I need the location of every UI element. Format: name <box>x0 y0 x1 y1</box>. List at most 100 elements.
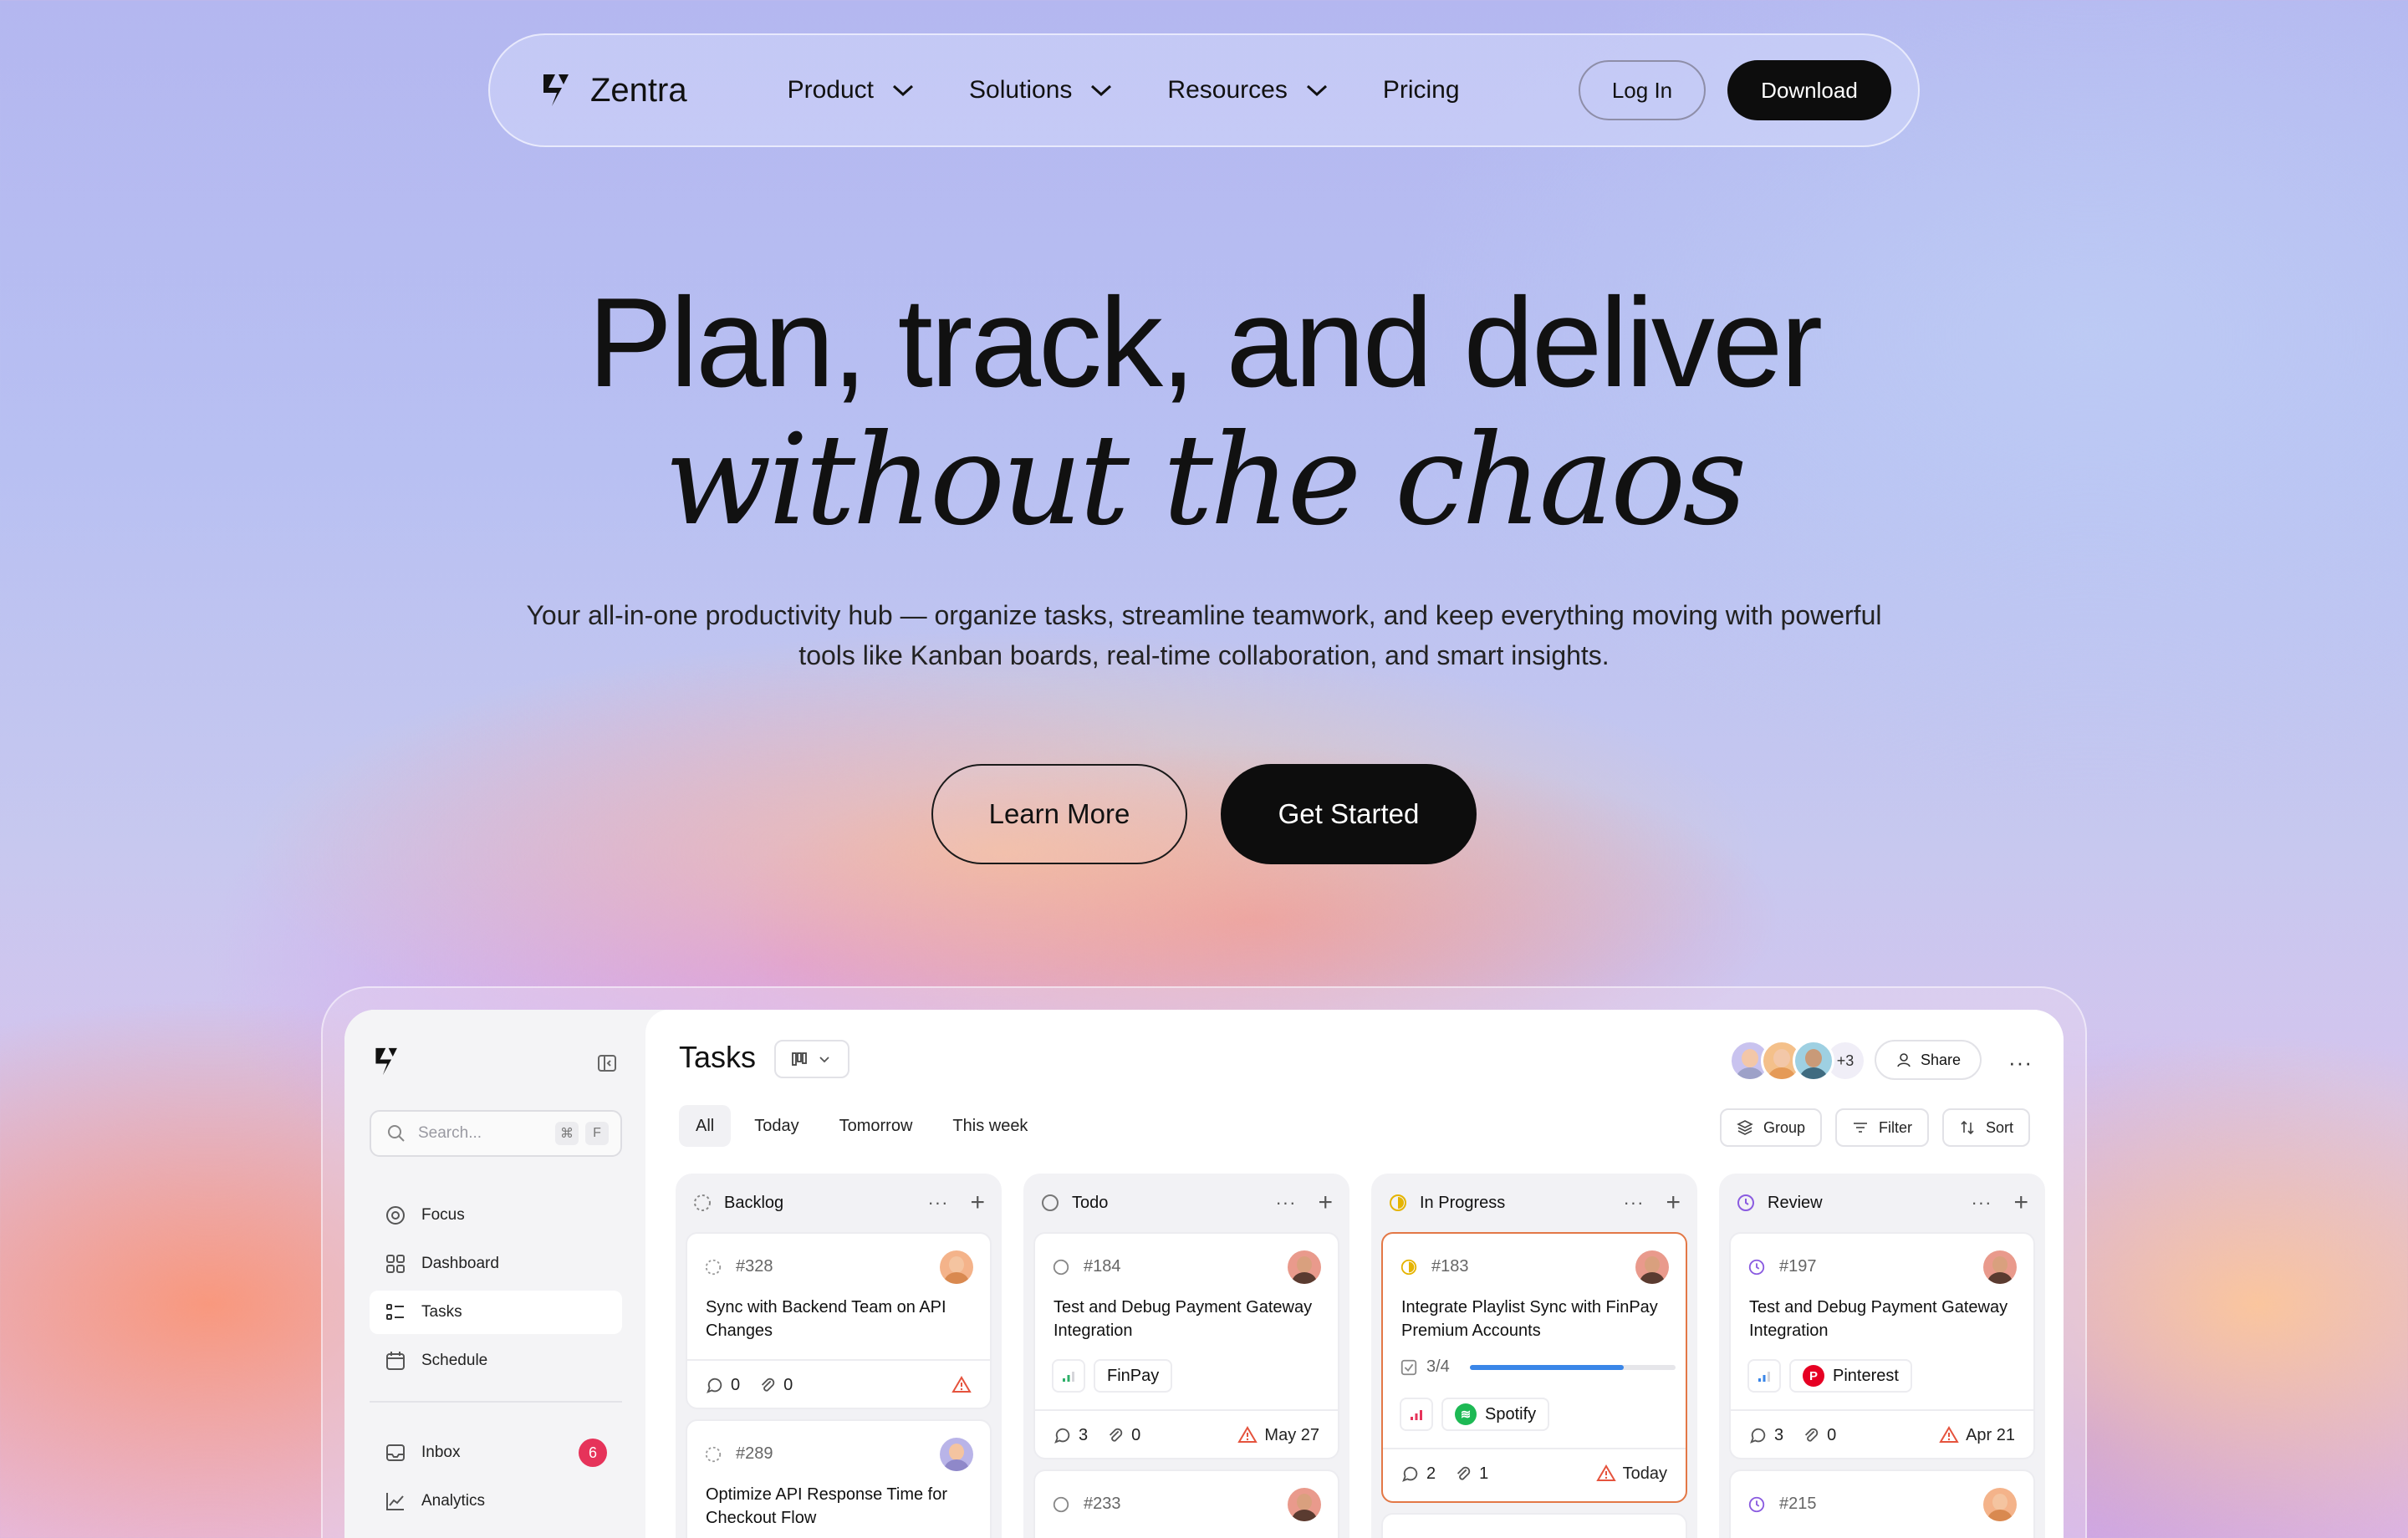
get-started-button[interactable]: Get Started <box>1221 764 1477 864</box>
group-button[interactable]: Group <box>1719 1108 1822 1147</box>
add-card-icon[interactable]: + <box>1666 1190 1681 1215</box>
filter-icon <box>1853 1123 1867 1133</box>
shortcut-key-f: F <box>585 1122 609 1145</box>
task-card[interactable] <box>1381 1513 1687 1538</box>
task-card[interactable]: #215 <box>1729 1469 2035 1538</box>
filter-button[interactable]: Filter <box>1834 1108 1929 1147</box>
assignee-avatar <box>1983 1488 2017 1521</box>
sidebar-item-tasks[interactable]: Tasks <box>370 1291 622 1334</box>
sidebar-item-inbox[interactable]: Inbox 6 <box>370 1431 622 1474</box>
nav-solutions[interactable]: Solutions <box>969 76 1112 104</box>
login-button[interactable]: Log In <box>1579 60 1706 120</box>
page-title: Tasks <box>679 1040 757 1074</box>
pinterest-icon: P <box>1803 1365 1824 1387</box>
member-avatars[interactable]: +3 <box>1729 1040 1866 1082</box>
nav-resources[interactable]: Resources <box>1167 76 1327 104</box>
paperclip-icon <box>1457 1466 1471 1480</box>
chevron-down-icon <box>819 1057 829 1063</box>
comment-icon <box>707 1378 722 1393</box>
task-title: Sync with Backend Team on API Changes <box>706 1298 946 1340</box>
priority-low-icon <box>1063 1372 1074 1382</box>
priority-medium-icon <box>1758 1372 1770 1382</box>
learn-more-button[interactable]: Learn More <box>931 764 1187 864</box>
task-card[interactable]: #184 Test and Debug Payment Gateway Inte… <box>1033 1232 1339 1459</box>
in-progress-status-icon <box>1400 1259 1417 1275</box>
sidebar-item-schedule[interactable]: Schedule <box>370 1339 622 1383</box>
column-more-icon[interactable]: ··· <box>1275 1192 1296 1214</box>
task-card[interactable]: #289 Optimize API Response Time for Chec… <box>686 1419 992 1538</box>
brand-logo[interactable]: Zentra <box>540 71 687 109</box>
review-status-icon <box>1748 1496 1765 1512</box>
assignee-avatar <box>1288 1250 1321 1284</box>
group-label: Group <box>1763 1118 1805 1136</box>
shortcut-key-cmd: ⌘ <box>555 1122 579 1145</box>
backlog-status-icon <box>705 1446 722 1462</box>
due-date: May 27 <box>1264 1425 1319 1444</box>
add-card-icon[interactable]: + <box>970 1190 985 1215</box>
column-review: Review ··· + #197 Test and Debug Payment… <box>1719 1174 2045 1538</box>
task-id: #289 <box>736 1444 773 1463</box>
chevron-down-icon <box>1091 84 1112 97</box>
review-status-icon <box>1748 1259 1765 1275</box>
sidebar-item-label: Schedule <box>421 1352 488 1369</box>
tab-today[interactable]: Today <box>737 1105 815 1147</box>
task-card[interactable]: #233 <box>1033 1469 1339 1538</box>
todo-status-icon <box>1042 1194 1059 1211</box>
task-card-selected[interactable]: #183 Integrate Playlist Sync with FinPay… <box>1381 1232 1687 1503</box>
sidebar-item-label: Analytics <box>421 1492 486 1510</box>
sort-button[interactable]: Sort <box>1941 1108 2030 1147</box>
task-card[interactable]: #328 Sync with Backend Team on API Chang… <box>686 1232 992 1409</box>
share-button[interactable]: Share <box>1875 1040 1982 1080</box>
app-preview: Search... ⌘ F Focus Dashboard Tasks Sche… <box>344 1010 2064 1538</box>
column-more-icon[interactable]: ··· <box>1971 1192 1992 1214</box>
download-button[interactable]: Download <box>1727 60 1891 120</box>
more-options-icon[interactable]: ··· <box>2008 1050 2033 1076</box>
subtask-progress: 3/4 <box>1400 1357 1676 1377</box>
tab-this-week[interactable]: This week <box>936 1105 1044 1147</box>
task-card[interactable]: #197 Test and Debug Payment Gateway Inte… <box>1729 1232 2035 1459</box>
todo-status-icon <box>1053 1259 1069 1275</box>
app-sidebar: Search... ⌘ F Focus Dashboard Tasks Sche… <box>344 1010 645 1538</box>
sidebar-item-dashboard[interactable]: Dashboard <box>370 1242 622 1286</box>
attachment-count: 0 <box>783 1375 793 1394</box>
nav-pricing[interactable]: Pricing <box>1383 76 1460 104</box>
warning-icon <box>1595 1464 1616 1481</box>
sidebar-item-label: Focus <box>421 1206 465 1224</box>
paperclip-icon <box>1805 1428 1819 1442</box>
column-more-icon[interactable]: ··· <box>1623 1192 1644 1214</box>
warning-icon <box>951 1376 972 1393</box>
todo-status-icon <box>1053 1496 1069 1512</box>
add-card-icon[interactable]: + <box>1318 1190 1333 1215</box>
spotify-icon: ≋ <box>1455 1403 1477 1425</box>
warning-icon <box>1939 1426 1959 1443</box>
sidebar-item-analytics[interactable]: Analytics <box>370 1479 622 1523</box>
assignee-avatar <box>1983 1250 2017 1284</box>
tab-all[interactable]: All <box>679 1105 732 1147</box>
priority-indicator <box>1052 1359 1085 1393</box>
tab-tomorrow[interactable]: Tomorrow <box>823 1105 930 1147</box>
column-title: In Progress <box>1420 1193 1506 1212</box>
search-input[interactable]: Search... ⌘ F <box>370 1110 622 1157</box>
main-menu: Product Solutions Resources Pricing <box>788 76 1515 104</box>
project-tag-label: FinPay <box>1107 1366 1160 1385</box>
column-more-icon[interactable]: ··· <box>927 1192 948 1214</box>
hero-subtitle: Your all-in-one productivity hub — organ… <box>526 600 1882 670</box>
column-backlog: Backlog ··· + #328 Sync with Backend Tea… <box>676 1174 1002 1538</box>
task-id: #233 <box>1084 1495 1121 1513</box>
backlog-status-icon <box>694 1194 711 1211</box>
paperclip-icon <box>762 1378 775 1392</box>
project-tag: P Pinterest <box>1789 1359 1912 1393</box>
due-date: Apr 21 <box>1966 1425 2015 1444</box>
view-selector[interactable] <box>774 1040 849 1078</box>
sidebar-collapse-icon[interactable] <box>597 1053 617 1073</box>
add-card-icon[interactable]: + <box>2013 1190 2028 1215</box>
project-tag-label: Pinterest <box>1833 1366 1899 1385</box>
sidebar-item-focus[interactable]: Focus <box>370 1194 622 1237</box>
in-progress-status-icon <box>1390 1194 1406 1211</box>
comment-count: 3 <box>1079 1425 1089 1444</box>
sidebar-divider <box>370 1401 622 1403</box>
nav-resources-label: Resources <box>1167 76 1288 104</box>
nav-product[interactable]: Product <box>788 76 914 104</box>
project-tag: ≋ Spotify <box>1441 1398 1550 1431</box>
column-in-progress: In Progress ··· + #183 Integrate Playlis… <box>1371 1174 1697 1538</box>
